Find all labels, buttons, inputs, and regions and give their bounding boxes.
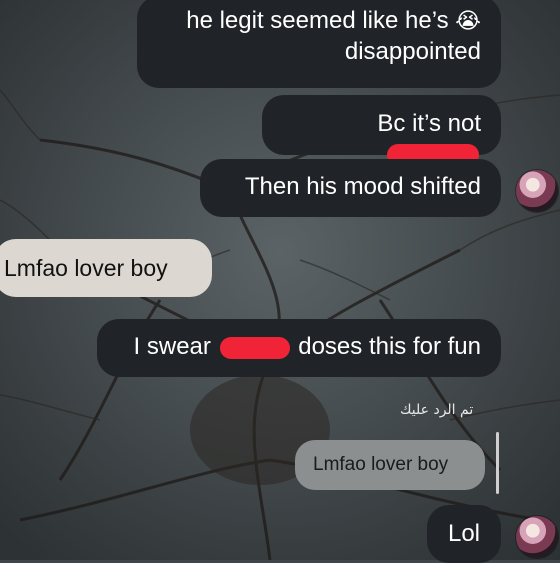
message-bubble-incoming[interactable]: Lmfao lover boy (0, 239, 212, 297)
message-text: I swear (133, 333, 211, 360)
quoted-message-bubble[interactable]: Lmfao lover boy (295, 440, 485, 490)
reply-indicator-label: تم الرد عليك (400, 402, 474, 418)
message-text: he legit seemed like he’s (186, 7, 449, 34)
message-bubble-outgoing[interactable]: Then his mood shifted (200, 159, 501, 217)
message-text: Lol (447, 520, 481, 547)
message-text: disappointed (344, 38, 481, 65)
message-text: Bc it’s not (377, 110, 481, 137)
crying-face-emoji-icon: 😭 (455, 9, 481, 34)
message-text: Lmfao lover boy (4, 255, 168, 281)
quoted-message-text: Lmfao lover boy (313, 454, 449, 475)
redaction-mark (219, 336, 290, 359)
message-bubble-outgoing[interactable]: he legit seemed like he’s 😭 disappointed (137, 0, 501, 88)
avatar[interactable] (516, 170, 558, 212)
message-bubble-outgoing[interactable]: Bc it’s not (262, 95, 501, 166)
message-text: doses this for fun (298, 333, 481, 360)
message-bubble-outgoing[interactable]: Lol (427, 505, 501, 563)
message-bubble-outgoing[interactable]: I swear doses this for fun (97, 319, 501, 377)
message-text: Then his mood shifted (244, 173, 481, 200)
reply-quote-line (496, 432, 499, 494)
avatar[interactable] (516, 516, 558, 558)
